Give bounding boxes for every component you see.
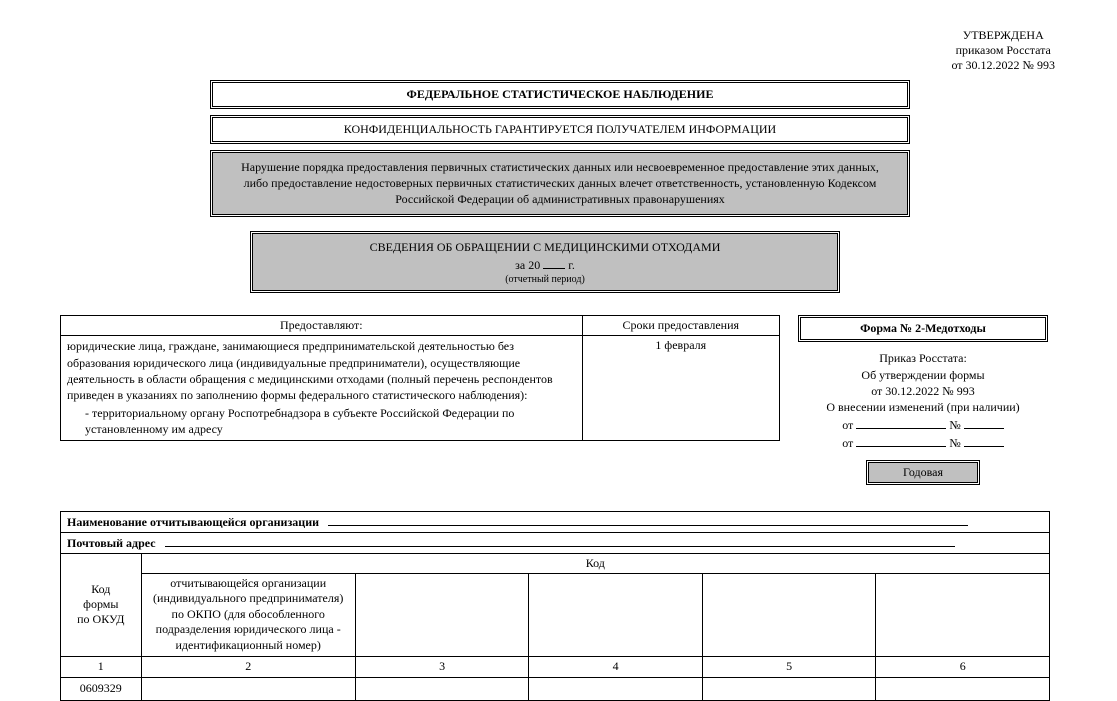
info-title: СВЕДЕНИЯ ОБ ОБРАЩЕНИИ С МЕДИЦИНСКИМИ ОТХ… [263,239,827,255]
approval-line-1: УТВЕРЖДЕНА [951,28,1055,43]
info-inner: СВЕДЕНИЯ ОБ ОБРАЩЕНИИ С МЕДИЦИНСКИМИ ОТХ… [252,233,838,292]
code-header: Код [141,553,1049,573]
codes-table: Наименование отчитывающейся организации … [60,511,1050,701]
ot-label-1: от [842,418,853,432]
org-name-label: Наименование отчитывающейся организации [67,515,319,529]
num-label-1: № [949,418,960,432]
okud-label-2: формы [83,597,118,611]
changes-line: О внесении изменений (при наличии) [798,399,1048,415]
org-name-row: Наименование отчитывающейся организации [61,511,1050,532]
okpo-desc: отчитывающейся организации (индивиду­аль… [141,573,355,656]
provide-deadline: 1 февраля [582,336,779,440]
order-line-3: от 30.12.2022 № 993 [798,383,1048,399]
provide-sub: - территориальному органу Роспотребнадзо… [67,405,576,437]
val-col-4[interactable] [529,677,703,700]
change-num-blank-1[interactable] [964,417,1004,429]
val-col-3[interactable] [355,677,529,700]
col-num-2: 2 [141,656,355,677]
header-box-1: ФЕДЕРАЛЬНОЕ СТАТИСТИЧЕСКОЕ НАБЛЮДЕНИЕ [210,80,910,109]
provide-body: юридические лица, граждане, занимающиеся… [67,338,576,403]
okud-label-cell: Код формы по ОКУД [61,553,142,656]
change-date-blank-1[interactable] [856,417,946,429]
val-col-6[interactable] [876,677,1050,700]
okud-label-1: Код [91,582,110,596]
col-num-5: 5 [702,656,876,677]
change-date-blank-2[interactable] [856,435,946,447]
addr-blank[interactable] [165,535,955,547]
code-col-4-blank[interactable] [529,573,703,656]
okud-value: 0609329 [61,677,142,700]
info-year-line: за 20 г. [263,256,827,273]
code-col-5-blank[interactable] [702,573,876,656]
col-num-4: 4 [529,656,703,677]
col-num-1: 1 [61,656,142,677]
warning-text: Нарушение порядка предоставления первичн… [212,152,908,215]
info-year-suffix: г. [568,258,575,272]
provide-body-cell: юридические лица, граждане, занимающиеся… [61,336,583,440]
order-line-2: Об утверждении формы [798,367,1048,383]
okud-label-3: по ОКУД [77,612,124,626]
form-sidebar: Форма № 2-Медотходы Приказ Росстата: Об … [798,315,1048,484]
approval-line-2: приказом Росстата [951,43,1055,58]
org-name-blank[interactable] [328,514,968,526]
ot-label-2: от [842,436,853,450]
order-line-1: Приказ Росстата: [798,350,1048,366]
year-input-blank[interactable] [543,256,565,269]
code-col-3-blank[interactable] [355,573,529,656]
info-period-note: (отчетный период) [263,273,827,287]
approval-stamp: УТВЕРЖДЕНА приказом Росстата от 30.12.20… [951,28,1055,73]
approval-line-3: от 30.12.2022 № 993 [951,58,1055,73]
provide-header-2: Сроки предоставления [582,316,779,336]
warning-box: Нарушение порядка предоставления первичн… [210,150,910,217]
header-box-2: КОНФИДЕНЦИАЛЬНОСТЬ ГАРАНТИРУЕТСЯ ПОЛУЧАТ… [210,115,910,144]
change-row-2: от № [798,435,1048,451]
val-col-2[interactable] [141,677,355,700]
header-title-2: КОНФИДЕНЦИАЛЬНОСТЬ ГАРАНТИРУЕТСЯ ПОЛУЧАТ… [212,117,908,142]
col-num-3: 3 [355,656,529,677]
header-title-1: ФЕДЕРАЛЬНОЕ СТАТИСТИЧЕСКОЕ НАБЛЮДЕНИЕ [212,82,908,107]
addr-row: Почтовый адрес [61,532,1050,553]
change-num-blank-2[interactable] [964,435,1004,447]
info-box: СВЕДЕНИЯ ОБ ОБРАЩЕНИИ С МЕДИЦИНСКИМИ ОТХ… [250,231,840,294]
provide-header-1: Предоставляют: [61,316,583,336]
provide-table: Предоставляют: Сроки предоставления юрид… [60,315,780,440]
addr-label: Почтовый адрес [67,536,156,550]
annual-box: Годовая [866,460,980,485]
info-year-prefix: за 20 [515,258,540,272]
annual-label: Годовая [868,462,978,483]
col-num-6: 6 [876,656,1050,677]
change-row-1: от № [798,417,1048,433]
num-label-2: № [949,436,960,450]
code-col-6-blank[interactable] [876,573,1050,656]
val-col-5[interactable] [702,677,876,700]
form-title-box: Форма № 2-Медотходы [798,315,1048,342]
form-name: Форма № 2-Медотходы [800,317,1046,340]
